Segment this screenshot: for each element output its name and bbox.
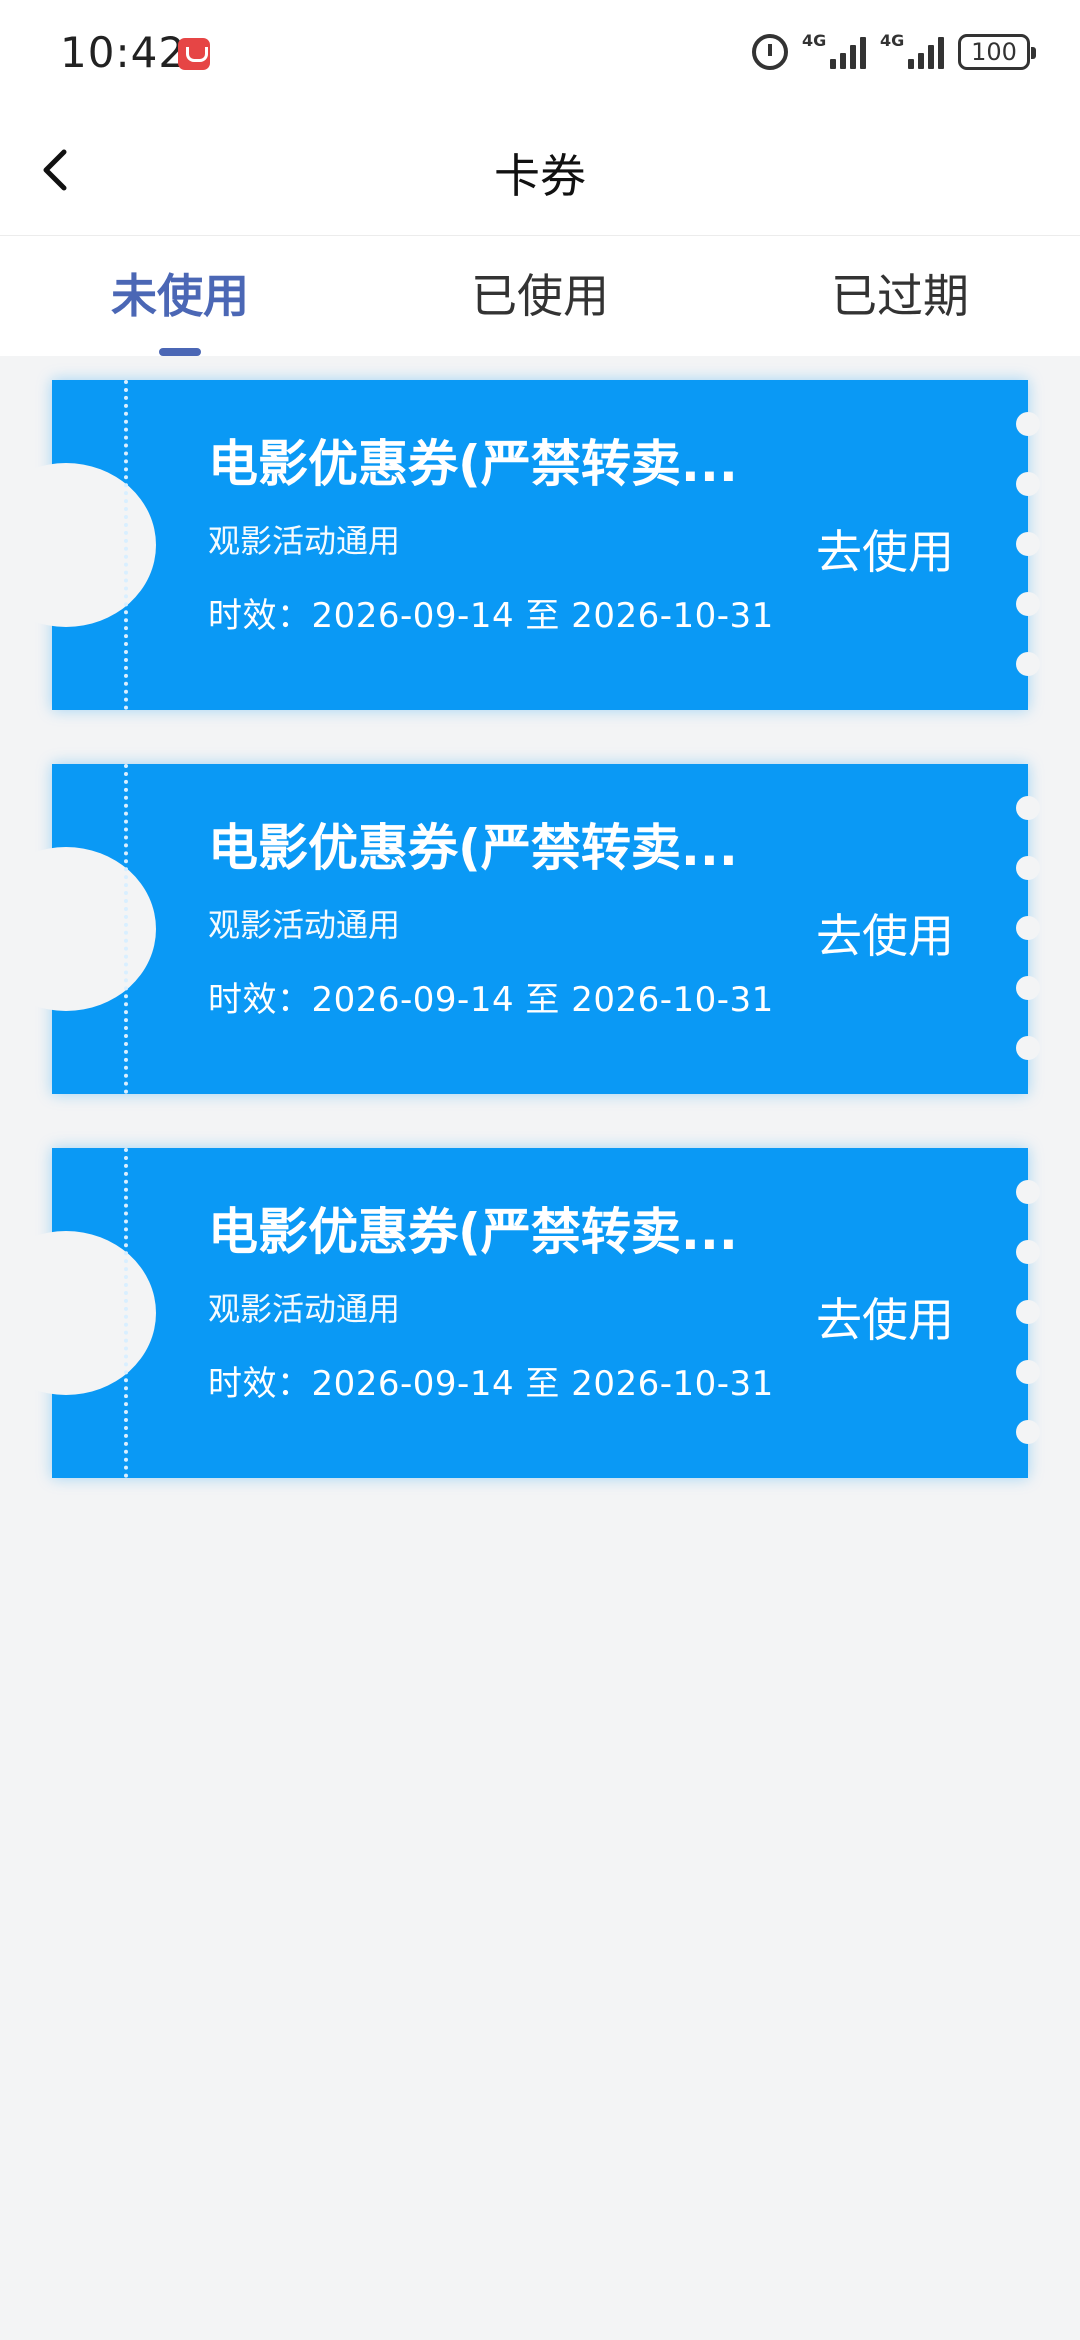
coupon-card[interactable]: 电影优惠券(严禁转卖... 观影活动通用 时效：2026-09-14 至 202…: [0, 1148, 1040, 1478]
coupon-title: 电影优惠券(严禁转卖...: [208, 1203, 738, 1261]
coupon-title: 电影优惠券(严禁转卖...: [208, 819, 738, 877]
status-icons: 4G 4G 100: [752, 30, 1036, 74]
tab-unused[interactable]: 未使用: [30, 264, 330, 328]
coupon-subtitle: 观影活动通用: [208, 522, 401, 560]
coupon-subtitle: 观影活动通用: [208, 906, 401, 944]
tab-active-indicator: [159, 348, 201, 356]
status-time: 10:42: [60, 28, 187, 77]
signal-icon-2: 4G: [880, 31, 944, 69]
coupon-validity: 时效：2026-09-14 至 2026-10-31: [208, 596, 774, 636]
use-coupon-button[interactable]: 去使用: [816, 1284, 954, 1350]
network-type-label: 4G: [802, 31, 827, 50]
network-type-label-2: 4G: [880, 31, 905, 50]
coupon-card[interactable]: 电影优惠券(严禁转卖... 观影活动通用 时效：2026-09-14 至 202…: [0, 380, 1040, 710]
coupon-title: 电影优惠券(严禁转卖...: [208, 435, 738, 493]
page-title: 卡券: [494, 149, 586, 203]
nav-bar: 卡券: [0, 104, 1080, 236]
signal-icon: 4G: [802, 31, 866, 69]
tab-bar: 未使用 已使用 已过期: [0, 236, 1080, 356]
alarm-icon: [752, 34, 788, 70]
app-notification-icon: [178, 38, 210, 70]
battery-icon: 100: [958, 34, 1036, 70]
perforation-line: [124, 380, 128, 710]
perforation-line: [124, 764, 128, 1094]
coupon-subtitle: 观影活动通用: [208, 1290, 401, 1328]
coupon-card[interactable]: 电影优惠券(严禁转卖... 观影活动通用 时效：2026-09-14 至 202…: [0, 764, 1040, 1094]
perforation-line: [124, 1148, 128, 1478]
coupon-validity: 时效：2026-09-14 至 2026-10-31: [208, 1364, 774, 1404]
coupon-validity: 时效：2026-09-14 至 2026-10-31: [208, 980, 774, 1020]
tab-used[interactable]: 已使用: [390, 264, 690, 328]
tab-expired[interactable]: 已过期: [750, 264, 1050, 328]
battery-level: 100: [971, 38, 1017, 66]
use-coupon-button[interactable]: 去使用: [816, 516, 954, 582]
status-bar: 10:42 4G 4G 100: [0, 0, 1080, 104]
use-coupon-button[interactable]: 去使用: [816, 900, 954, 966]
